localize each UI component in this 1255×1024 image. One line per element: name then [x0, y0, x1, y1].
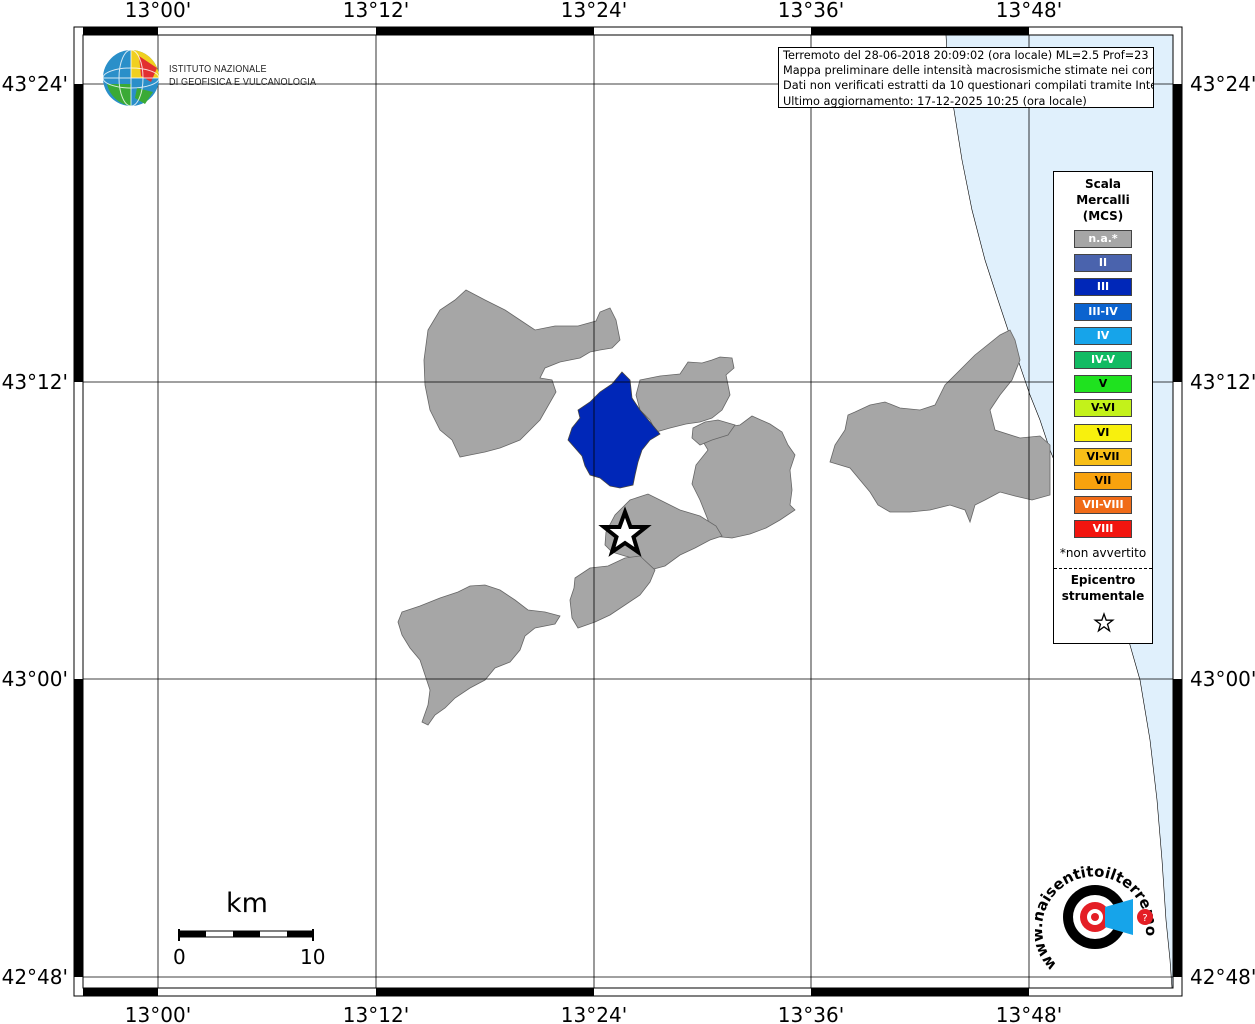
- ingv-line2: DI GEOFISICA E VULCANOLOGIA: [169, 76, 317, 88]
- lat-tick-right: 43°24': [1190, 72, 1255, 96]
- lon-tick-bottom: 13°24': [561, 1003, 627, 1024]
- haisentito-watermark: www.haisentitoilterremoto.it ?: [1035, 855, 1160, 974]
- event-info-box: Terremoto del 28-06-2018 20:09:02 (ora l…: [778, 47, 1154, 108]
- legend-class-swatch: IV: [1074, 326, 1132, 345]
- scale-max: 10: [300, 945, 326, 969]
- event-info-line1: Terremoto del 28-06-2018 20:09:02 (ora l…: [783, 49, 1154, 62]
- lon-tick-bottom: 13°12': [343, 1003, 409, 1024]
- svg-text:?: ?: [1142, 913, 1147, 924]
- lon-tick-top: 13°36': [778, 0, 844, 22]
- legend-class-swatch: VII-VIII: [1074, 496, 1132, 515]
- scale-bar-graphic: [178, 929, 314, 941]
- lon-tick-bottom: 13°36': [778, 1003, 844, 1024]
- ingv-globe-icon: [102, 49, 160, 107]
- ingv-line1: ISTITUTO NAZIONALE: [169, 63, 267, 75]
- legend-separator: [1054, 568, 1152, 569]
- scale-unit: km: [226, 888, 268, 919]
- lat-tick-left: 43°00': [2, 667, 68, 691]
- intensity-legend: Scala Mercalli (MCS) n.a.* II III III-IV IV I…: [1053, 171, 1153, 644]
- ingv-logo: ISTITUTO NAZIONALE DI GEOFISICA E VULCAN…: [101, 48, 321, 108]
- lat-tick-left: 43°12': [2, 370, 68, 394]
- legend-epicenter-label: Epicentro strumentale: [1054, 572, 1152, 604]
- legend-class-swatch: II: [1074, 254, 1132, 273]
- legend-class-swatch: VI-VII: [1074, 447, 1132, 466]
- legend-class-swatch: n.a.*: [1074, 230, 1132, 248]
- legend-title-line2: Mercalli: [1076, 193, 1130, 207]
- legend-class-swatch: V: [1074, 375, 1132, 394]
- lon-tick-top: 13°24': [561, 0, 627, 22]
- legend-epicenter-line1: Epicentro: [1070, 573, 1136, 587]
- legend-class-swatch: III-IV: [1074, 302, 1132, 321]
- legend-class-swatch: III: [1074, 278, 1132, 297]
- legend-note: *non avvertito: [1059, 546, 1147, 560]
- event-info-line2: Mappa preliminare delle intensità macros…: [783, 64, 1154, 78]
- event-info-line3: Dati non verificati estratti da 10 quest…: [783, 79, 1154, 93]
- scale-bar: km 0 10: [170, 885, 330, 970]
- lat-tick-right: 43°00': [1190, 667, 1255, 691]
- lat-tick-right: 42°48': [1190, 965, 1255, 989]
- scale-min: 0: [173, 945, 186, 969]
- legend-class-swatch: VIII: [1074, 520, 1132, 539]
- lat-tick-right: 43°12': [1190, 370, 1255, 394]
- event-info-line4: Ultimo aggiornamento: 17-12-2025 10:25 (…: [783, 94, 1087, 108]
- legend-epicenter-line2: strumentale: [1061, 589, 1145, 603]
- legend-title-line3: (MCS): [1082, 209, 1124, 223]
- lat-tick-left: 42°48': [2, 965, 68, 989]
- legend-star-icon: [1093, 612, 1115, 633]
- legend-class-swatch: VI: [1074, 423, 1132, 442]
- lon-tick-top: 13°48': [996, 0, 1062, 22]
- lon-tick-top: 13°12': [343, 0, 409, 22]
- lat-tick-left: 43°24': [2, 72, 68, 96]
- legend-class-swatch: IV-V: [1074, 351, 1132, 369]
- legend-class-swatch: V-VI: [1074, 399, 1132, 418]
- lon-tick-top: 13°00': [125, 0, 191, 22]
- lon-tick-bottom: 13°48': [996, 1003, 1062, 1024]
- legend-class-swatch: VII: [1074, 472, 1132, 490]
- legend-title: Scala Mercalli (MCS): [1054, 176, 1152, 224]
- legend-title-line1: Scala: [1084, 177, 1122, 191]
- lon-tick-bottom: 13°00': [125, 1003, 191, 1024]
